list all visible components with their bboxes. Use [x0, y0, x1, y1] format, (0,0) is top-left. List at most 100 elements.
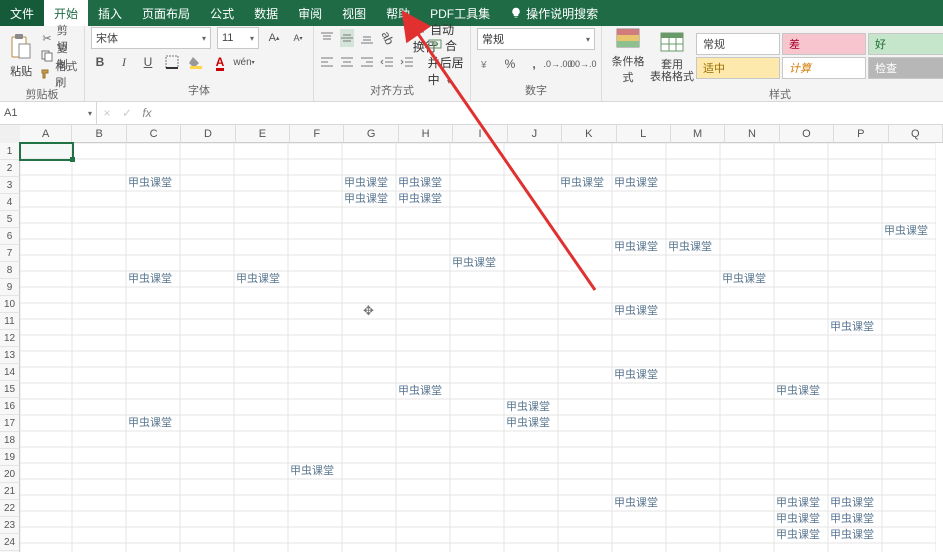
data-cell[interactable]: 甲虫课堂: [828, 495, 886, 511]
column-header[interactable]: M: [671, 125, 725, 143]
menu-tab-page-layout[interactable]: 页面布局: [132, 0, 200, 26]
data-cell[interactable]: 甲虫课堂: [612, 367, 670, 383]
data-cell[interactable]: 甲虫课堂: [126, 415, 184, 431]
row-header[interactable]: 21: [0, 483, 20, 500]
bold-button[interactable]: B: [91, 53, 109, 71]
row-header[interactable]: 9: [0, 279, 20, 296]
column-header[interactable]: H: [399, 125, 453, 143]
decrease-decimal-button[interactable]: .00→.0: [573, 55, 591, 73]
data-cell[interactable]: 甲虫课堂: [720, 271, 778, 287]
align-center-button[interactable]: [340, 53, 354, 71]
data-cell[interactable]: 甲虫课堂: [396, 191, 454, 207]
cell-style-bad[interactable]: 差: [782, 33, 866, 55]
data-cell[interactable]: 甲虫课堂: [504, 415, 562, 431]
row-header[interactable]: 19: [0, 449, 20, 466]
cell-style-calc[interactable]: 计算: [782, 57, 866, 79]
row-header[interactable]: 24: [0, 534, 20, 551]
align-right-button[interactable]: [360, 53, 374, 71]
underline-button[interactable]: U: [139, 53, 157, 71]
font-size-dropdown[interactable]: 11 ▾: [217, 27, 259, 49]
data-cell[interactable]: 甲虫课堂: [612, 303, 670, 319]
row-header[interactable]: 7: [0, 245, 20, 262]
row-header[interactable]: 12: [0, 330, 20, 347]
row-header[interactable]: 14: [0, 364, 20, 381]
row-header[interactable]: 17: [0, 415, 20, 432]
data-cell[interactable]: 甲虫课堂: [396, 383, 454, 399]
row-header[interactable]: 23: [0, 517, 20, 534]
row-header[interactable]: 15: [0, 381, 20, 398]
data-cell[interactable]: 甲虫课堂: [126, 271, 184, 287]
column-header[interactable]: I: [453, 125, 507, 143]
data-cell[interactable]: 甲虫课堂: [774, 495, 832, 511]
accounting-format-button[interactable]: ¥: [477, 55, 495, 73]
enter-button[interactable]: ✓: [117, 102, 137, 124]
orientation-button[interactable]: ab: [380, 29, 394, 47]
row-header[interactable]: 20: [0, 466, 20, 483]
name-box[interactable]: A1 ▾: [0, 102, 97, 124]
menu-tab-data[interactable]: 数据: [244, 0, 288, 26]
format-as-table-button[interactable]: 套用 表格格式: [652, 28, 692, 84]
data-cell[interactable]: 甲虫课堂: [828, 527, 886, 543]
menu-tab-review[interactable]: 审阅: [288, 0, 332, 26]
decrease-font-button[interactable]: A▾: [289, 29, 307, 47]
row-header[interactable]: 13: [0, 347, 20, 364]
row-header[interactable]: 10: [0, 296, 20, 313]
align-top-button[interactable]: [320, 29, 334, 47]
data-cell[interactable]: 甲虫课堂: [666, 239, 724, 255]
data-cell[interactable]: 甲虫课堂: [612, 495, 670, 511]
row-header[interactable]: 6: [0, 228, 20, 245]
column-header[interactable]: N: [725, 125, 779, 143]
cell-style-check[interactable]: 检查: [868, 57, 943, 79]
row-header[interactable]: 4: [0, 194, 20, 211]
cell-area[interactable]: 甲虫课堂甲虫课堂甲虫课堂甲虫课堂甲虫课堂甲虫课堂甲虫课堂甲虫课堂甲虫课堂甲虫课堂…: [20, 143, 943, 552]
font-color-button[interactable]: A: [211, 53, 229, 71]
column-header[interactable]: A: [20, 125, 72, 143]
cell-style-neutral[interactable]: 适中: [696, 57, 780, 79]
decrease-indent-button[interactable]: [380, 53, 394, 71]
row-header[interactable]: 2: [0, 160, 20, 177]
data-cell[interactable]: 甲虫课堂: [126, 175, 184, 191]
data-cell[interactable]: 甲虫课堂: [774, 383, 832, 399]
row-headers[interactable]: 1234567891011121314151617181920212223242…: [0, 143, 20, 552]
data-cell[interactable]: 甲虫课堂: [288, 463, 346, 479]
row-header[interactable]: 5: [0, 211, 20, 228]
tell-me-search[interactable]: 操作说明搜索: [500, 0, 608, 26]
comma-format-button[interactable]: ,: [525, 55, 543, 73]
increase-decimal-button[interactable]: .0→.00: [549, 55, 567, 73]
spreadsheet-grid[interactable]: ABCDEFGHIJKLMNOPQ 1234567891011121314151…: [0, 125, 943, 552]
align-left-button[interactable]: [320, 53, 334, 71]
fill-handle[interactable]: [70, 157, 75, 162]
data-cell[interactable]: 甲虫课堂: [558, 175, 616, 191]
menu-tab-insert[interactable]: 插入: [88, 0, 132, 26]
column-header[interactable]: B: [72, 125, 126, 143]
cell-style-normal[interactable]: 常规: [696, 33, 780, 55]
align-middle-button[interactable]: [340, 29, 354, 47]
insert-function-button[interactable]: fx: [137, 102, 157, 124]
column-header[interactable]: L: [617, 125, 671, 143]
cell-style-good[interactable]: 好: [868, 33, 943, 55]
increase-indent-button[interactable]: [400, 53, 414, 71]
data-cell[interactable]: 甲虫课堂: [342, 191, 400, 207]
row-header[interactable]: 8: [0, 262, 20, 279]
menu-file[interactable]: 文件: [0, 0, 44, 26]
paste-button[interactable]: 粘贴: [6, 28, 36, 84]
row-header[interactable]: 22: [0, 500, 20, 517]
column-header[interactable]: F: [290, 125, 344, 143]
row-header[interactable]: 16: [0, 398, 20, 415]
formula-input[interactable]: [157, 102, 943, 124]
column-header[interactable]: G: [344, 125, 398, 143]
column-headers[interactable]: ABCDEFGHIJKLMNOPQ: [20, 125, 943, 143]
increase-font-button[interactable]: A▴: [265, 29, 283, 47]
percent-format-button[interactable]: %: [501, 55, 519, 73]
data-cell[interactable]: 甲虫课堂: [504, 399, 562, 415]
column-header[interactable]: E: [236, 125, 290, 143]
data-cell[interactable]: 甲虫课堂: [774, 527, 832, 543]
column-header[interactable]: D: [181, 125, 235, 143]
data-cell[interactable]: 甲虫课堂: [882, 223, 940, 239]
border-button[interactable]: [163, 53, 181, 71]
column-header[interactable]: J: [508, 125, 562, 143]
cancel-button[interactable]: ×: [97, 102, 117, 124]
data-cell[interactable]: 甲虫课堂: [234, 271, 292, 287]
italic-button[interactable]: I: [115, 53, 133, 71]
data-cell[interactable]: 甲虫课堂: [612, 239, 670, 255]
